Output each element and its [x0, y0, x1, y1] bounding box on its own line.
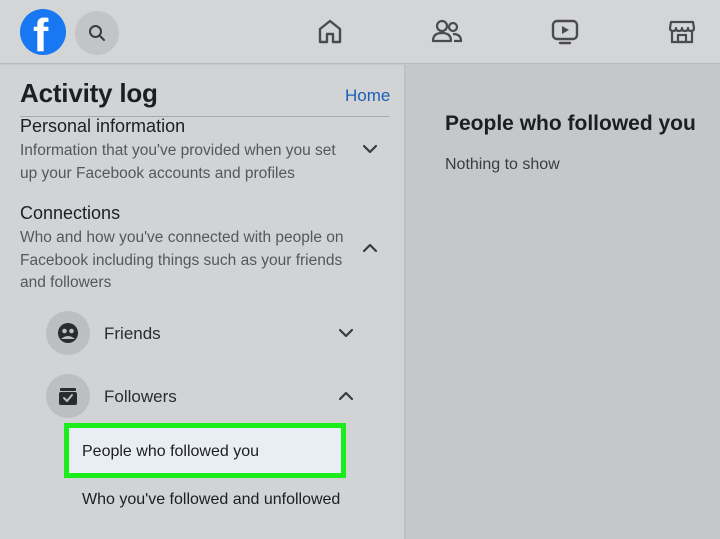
chevron-up-icon[interactable]: [336, 386, 356, 406]
section-description-personal-information: Information that you've provided when yo…: [20, 142, 336, 182]
search-button[interactable]: [75, 11, 119, 55]
home-nav-button[interactable]: [313, 14, 347, 48]
list-item-who-youve-followed-and-unfollowed[interactable]: Who you've followed and unfollowed: [82, 488, 342, 511]
watch-nav-button[interactable]: [548, 14, 582, 48]
marketplace-icon: [668, 20, 696, 44]
friends-subsection-icon-wrap: [46, 311, 90, 355]
followers-icon: [59, 388, 77, 405]
page-title: Activity log: [20, 78, 158, 108]
friends-nav-button[interactable]: [430, 14, 464, 48]
list-item-label: People who followed you: [82, 443, 260, 460]
section-description-connections: Who and how you've connected with people…: [20, 229, 344, 291]
top-navigation-bar: f: [0, 0, 720, 64]
marketplace-nav-button[interactable]: [665, 14, 699, 48]
facebook-logo-letter: f: [33, 9, 49, 55]
home-icon: [318, 19, 342, 44]
section-title-personal-information[interactable]: Personal information: [20, 116, 185, 137]
chevron-down-icon[interactable]: [336, 323, 356, 343]
content-panel: [408, 65, 720, 539]
friends-face-icon: [58, 323, 78, 343]
chevron-down-icon[interactable]: [360, 139, 380, 159]
empty-state-text: Nothing to show: [445, 156, 560, 173]
search-icon: [89, 25, 105, 41]
friends-icon: [431, 19, 463, 43]
chevron-up-icon[interactable]: [360, 238, 380, 258]
watch-icon: [551, 19, 579, 45]
content-title: People who followed you: [445, 112, 696, 135]
list-item-people-who-followed-you[interactable]: People who followed you: [64, 423, 346, 478]
facebook-logo[interactable]: f: [20, 9, 66, 55]
section-title-connections[interactable]: Connections: [20, 203, 120, 224]
home-link[interactable]: Home: [345, 86, 390, 106]
subsection-label-friends[interactable]: Friends: [104, 324, 161, 344]
subsection-label-followers[interactable]: Followers: [104, 387, 177, 407]
followers-subsection-icon-wrap: [46, 374, 90, 418]
